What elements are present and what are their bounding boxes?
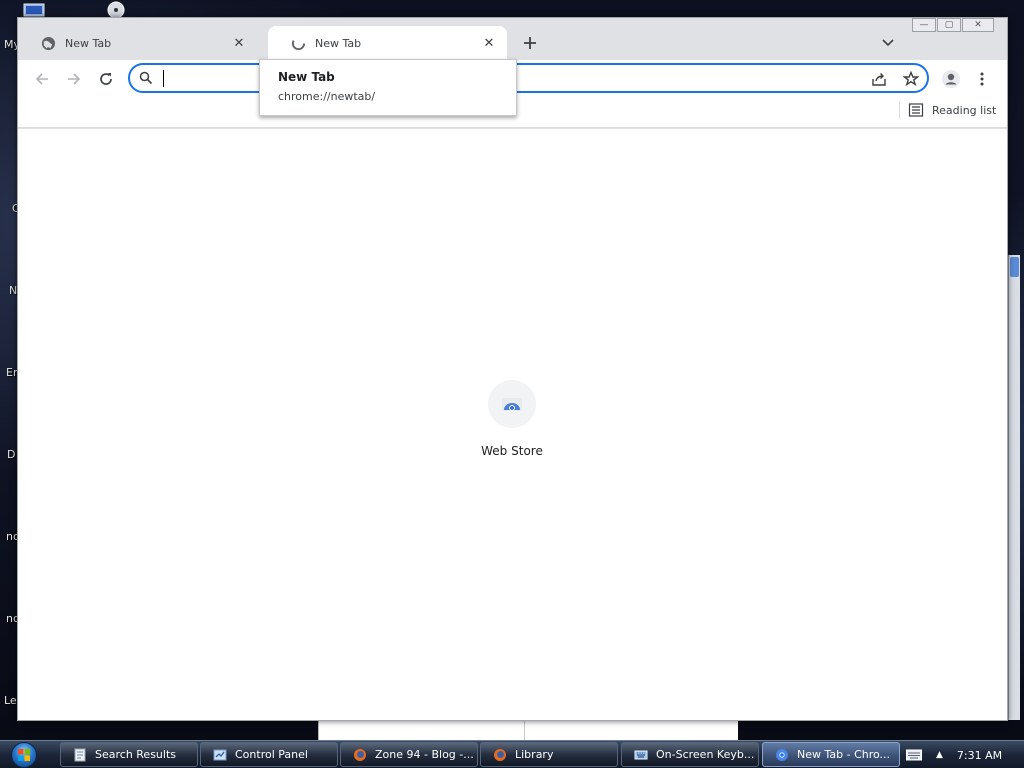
menu-button[interactable] bbox=[970, 67, 994, 91]
scrollbar-thumb[interactable] bbox=[1010, 257, 1019, 277]
hover-card-url: chrome://newtab/ bbox=[278, 90, 376, 103]
shortcut-label: Web Store bbox=[481, 444, 543, 458]
divider bbox=[899, 101, 900, 119]
clock[interactable]: 7:31 AM bbox=[957, 749, 1002, 762]
show-hidden-icons-icon[interactable]: ▲ bbox=[936, 750, 943, 760]
tab-title: New Tab bbox=[65, 36, 112, 50]
new-tab-page: Web Store bbox=[18, 129, 1007, 720]
desktop-label-7[interactable]: Le bbox=[4, 694, 17, 707]
reading-list-button[interactable]: Reading list bbox=[908, 102, 996, 118]
browser-window: New Tab ✕ New Tab ✕ — ▢ ✕ Reading list W… bbox=[17, 17, 1008, 721]
reload-icon bbox=[100, 73, 112, 85]
tab-new-tab-2[interactable]: New Tab ✕ bbox=[268, 26, 507, 60]
forward-button[interactable] bbox=[62, 67, 86, 91]
arrow-right-icon bbox=[68, 73, 81, 85]
taskbar: Search Results Control Panel Zone 94 - B… bbox=[0, 740, 1024, 768]
taskbar-item-on-screen-keyboard[interactable]: On-Screen Keyb... bbox=[621, 742, 759, 767]
desktop-label-2[interactable]: N bbox=[9, 284, 17, 297]
taskbar-item-label: New Tab - Chro... bbox=[797, 748, 891, 761]
reload-button[interactable] bbox=[94, 67, 118, 91]
web-store-icon bbox=[502, 398, 522, 411]
arrow-left-icon bbox=[35, 73, 48, 85]
loading-spinner-icon bbox=[290, 35, 306, 51]
shortcut-tile bbox=[488, 380, 536, 428]
background-window-scrollbar[interactable] bbox=[1008, 255, 1020, 720]
tab-hover-card: New Tab chrome://newtab/ bbox=[259, 59, 517, 116]
taskbar-item-control-panel[interactable]: Control Panel bbox=[200, 742, 338, 767]
reading-list-label: Reading list bbox=[932, 103, 997, 117]
control-panel-icon bbox=[213, 749, 227, 760]
share-icon[interactable] bbox=[870, 70, 888, 88]
start-button[interactable] bbox=[4, 741, 44, 768]
tab-strip: New Tab ✕ New Tab ✕ — ▢ ✕ bbox=[18, 18, 1007, 60]
desktop-icon-computer[interactable] bbox=[22, 0, 52, 18]
maximize-button[interactable]: ▢ bbox=[937, 18, 961, 32]
minimize-button[interactable]: — bbox=[912, 18, 936, 32]
window-controls: — ▢ ✕ bbox=[911, 18, 994, 32]
close-window-button[interactable]: ✕ bbox=[962, 18, 994, 32]
background-window bbox=[318, 718, 738, 740]
back-button[interactable] bbox=[30, 67, 54, 91]
taskbar-item-label: Zone 94 - Blog -... bbox=[375, 748, 474, 761]
system-tray: ▲ 7:31 AM bbox=[906, 741, 1002, 768]
globe-icon bbox=[40, 35, 56, 51]
taskbar-item-label: Library bbox=[515, 748, 554, 761]
more-vert-icon bbox=[980, 72, 984, 86]
keyboard-tray-icon[interactable] bbox=[906, 749, 922, 761]
firefox-icon bbox=[354, 748, 366, 761]
taskbar-item-label: Search Results bbox=[95, 748, 177, 761]
taskbar-item-chrome[interactable]: New Tab - Chro... bbox=[762, 742, 900, 767]
tab-title: New Tab bbox=[315, 36, 362, 50]
new-tab-button[interactable] bbox=[518, 31, 542, 55]
desktop-label-4[interactable]: D bbox=[7, 448, 15, 461]
search-results-icon bbox=[74, 748, 86, 761]
keyboard-icon bbox=[634, 750, 648, 759]
chrome-icon bbox=[776, 748, 788, 761]
tab-search-button[interactable] bbox=[876, 31, 900, 55]
chevron-down-icon bbox=[882, 39, 894, 47]
taskbar-item-label: Control Panel bbox=[235, 748, 308, 761]
taskbar-item-zone94-blog[interactable]: Zone 94 - Blog -... bbox=[340, 742, 478, 767]
windows-logo-icon bbox=[11, 742, 37, 768]
taskbar-item-label: On-Screen Keyb... bbox=[656, 748, 755, 761]
hover-card-title: New Tab bbox=[278, 70, 335, 84]
address-bar[interactable] bbox=[128, 63, 929, 93]
profile-button[interactable] bbox=[939, 67, 963, 91]
star-icon[interactable] bbox=[902, 70, 920, 88]
desktop-label-3[interactable]: Er bbox=[6, 366, 17, 379]
search-icon bbox=[139, 71, 153, 85]
taskbar-item-library[interactable]: Library bbox=[480, 742, 618, 767]
close-icon[interactable]: ✕ bbox=[479, 33, 499, 53]
plus-icon bbox=[524, 37, 536, 49]
tab-new-tab-1[interactable]: New Tab ✕ bbox=[18, 26, 257, 60]
taskbar-item-search-results[interactable]: Search Results bbox=[60, 742, 198, 767]
reading-list-icon bbox=[908, 103, 924, 117]
desktop-icon-media[interactable] bbox=[104, 0, 134, 19]
text-caret bbox=[163, 70, 164, 87]
divider bbox=[524, 718, 525, 740]
shortcut-web-store[interactable]: Web Store bbox=[470, 380, 554, 458]
close-icon[interactable]: ✕ bbox=[229, 33, 249, 53]
avatar-icon bbox=[942, 70, 960, 88]
firefox-icon bbox=[494, 748, 506, 761]
